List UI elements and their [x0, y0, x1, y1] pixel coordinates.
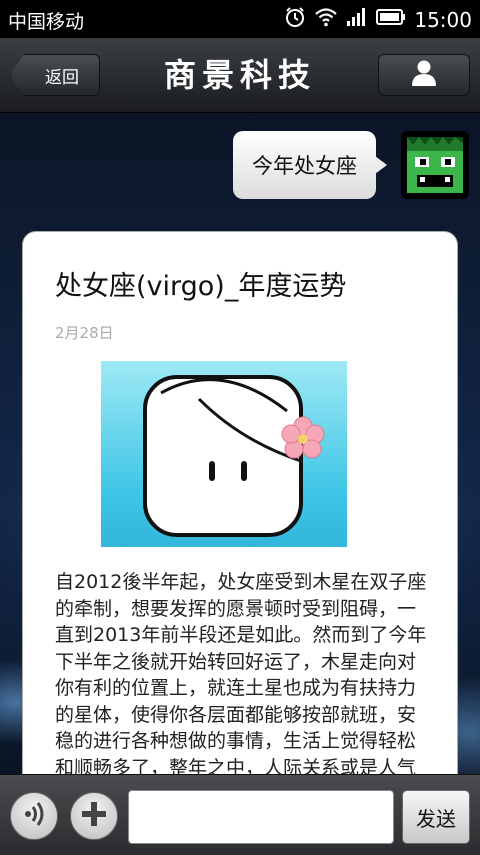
plus-icon: [79, 799, 109, 833]
add-button[interactable]: [70, 792, 118, 840]
title-bar: 返回: [0, 38, 480, 113]
voice-button[interactable]: [10, 792, 58, 840]
article-title: 处女座(virgo)_年度运势: [55, 271, 347, 302]
sent-message-bubble[interactable]: 今年处女座: [233, 131, 376, 199]
article-date: 2月28日: [55, 324, 114, 342]
user-avatar[interactable]: [401, 131, 469, 199]
article-body: 自2012後半年起，处女座受到木星在双子座的牵制，想要发挥的愿景顿时受到阻碍，一…: [55, 571, 427, 805]
user-icon: [411, 59, 437, 91]
signal-icon: [346, 7, 368, 32]
message-input[interactable]: [128, 790, 394, 844]
article-card[interactable]: 处女座(virgo)_年度运势 2月28日 自2012後半年起，处女座受到木星在…: [22, 231, 458, 831]
voice-icon: [20, 800, 48, 832]
status-bar: 中国移动 15:00: [0, 0, 480, 38]
send-button[interactable]: 发送: [402, 790, 470, 844]
clock: 15:00: [414, 7, 472, 32]
bubble-tail: [375, 156, 387, 174]
alarm-icon: [284, 6, 306, 33]
article-image: [101, 361, 347, 547]
status-icons: 15:00: [284, 6, 472, 33]
battery-icon: [376, 8, 406, 31]
wifi-icon: [314, 7, 338, 32]
carrier-name: 中国移动: [8, 11, 85, 33]
green-monster-avatar-icon: [401, 131, 469, 199]
back-button[interactable]: 返回: [10, 54, 100, 96]
input-bar: 发送: [0, 774, 480, 855]
profile-button[interactable]: [378, 54, 470, 96]
virgo-face-illustration-icon: [143, 375, 325, 537]
